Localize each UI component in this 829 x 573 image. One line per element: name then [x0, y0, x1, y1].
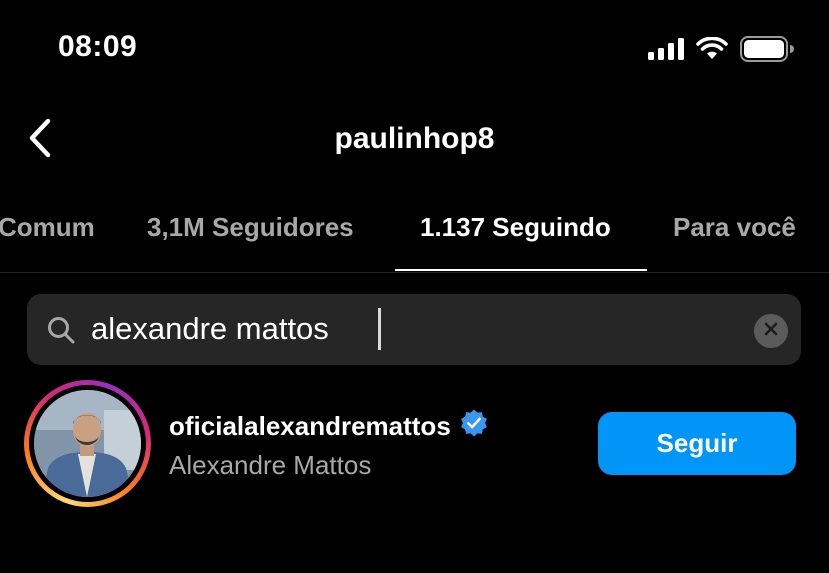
- status-icons: [648, 36, 794, 67]
- search-icon: [47, 316, 75, 349]
- page-title: paulinhop8: [334, 122, 495, 155]
- avatar: [34, 390, 141, 497]
- tab-bar: Comum 3,1M Seguidores 1.137 Seguindo Par…: [0, 190, 829, 273]
- profile-header: paulinhop8: [0, 100, 829, 180]
- text-caret: [378, 308, 381, 350]
- search-result-item[interactable]: oficialalexandremattos Alexandre Mattos …: [0, 378, 829, 513]
- active-tab-indicator: [395, 269, 647, 271]
- search-bar: [27, 294, 801, 365]
- clear-icon: [764, 322, 778, 341]
- signal-icon: [648, 38, 684, 65]
- follow-button[interactable]: Seguir: [598, 412, 796, 475]
- search-input[interactable]: [91, 306, 731, 352]
- status-time: 08:09: [58, 30, 138, 63]
- result-username-row: oficialalexandremattos: [169, 408, 489, 445]
- result-username: oficialalexandremattos: [169, 411, 451, 441]
- tab-seguidores[interactable]: 3,1M Seguidores: [147, 212, 354, 243]
- wifi-icon: [696, 36, 728, 66]
- clear-search-button[interactable]: [754, 314, 788, 348]
- story-ring[interactable]: [24, 380, 151, 507]
- battery-icon: [740, 36, 794, 67]
- status-bar: 08:09: [0, 0, 829, 100]
- tab-seguindo[interactable]: 1.137 Seguindo: [420, 212, 611, 243]
- tab-comum[interactable]: Comum: [0, 212, 95, 243]
- verified-badge-icon: [459, 408, 489, 445]
- tab-para-voce[interactable]: Para você: [673, 212, 796, 243]
- result-full-name: Alexandre Mattos: [169, 450, 372, 480]
